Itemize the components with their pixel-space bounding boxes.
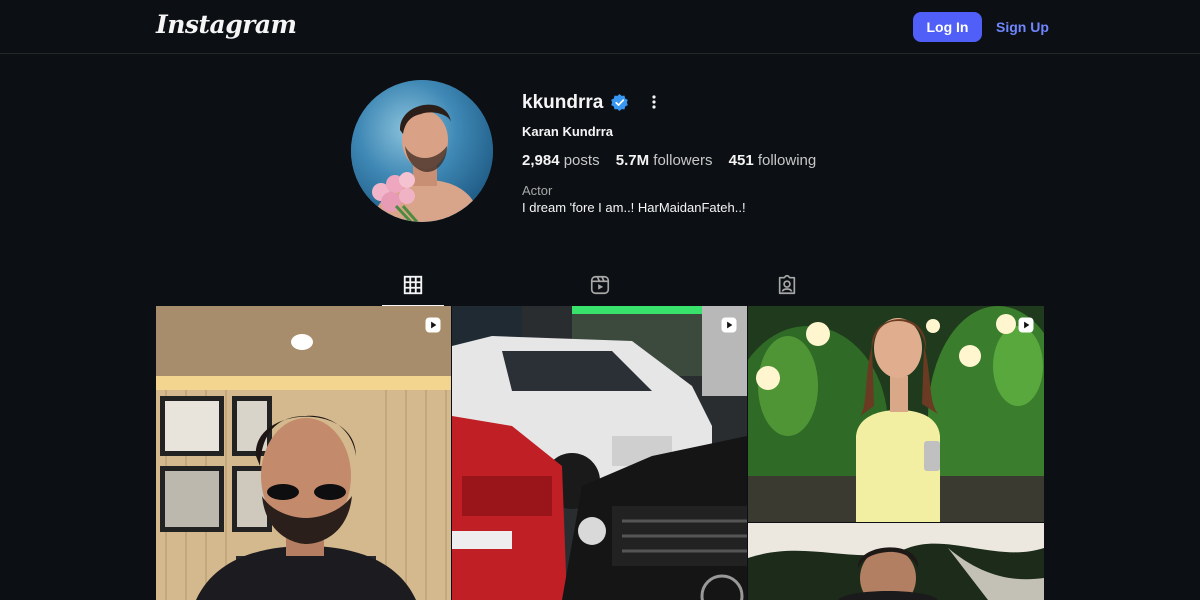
followers-count[interactable]: 5.7M followers [616, 152, 713, 169]
reels-icon [590, 275, 610, 295]
profile-avatar[interactable] [351, 80, 493, 222]
tagged-icon [778, 275, 796, 295]
profile-full-name: Karan Kundrra [522, 124, 614, 139]
post-image [748, 523, 1044, 600]
more-options-icon[interactable] [645, 93, 663, 111]
reel-icon [721, 317, 737, 333]
profile-category: Actor [522, 183, 553, 198]
profile-stats: 2,984 posts 5.7M followers 451 following [522, 152, 828, 169]
verified-badge-icon [611, 93, 628, 112]
instagram-logo[interactable]: Instagram [156, 10, 297, 39]
signup-link[interactable]: Sign Up [996, 19, 1049, 35]
following-count[interactable]: 451 following [729, 152, 817, 169]
post-tile-2[interactable] [452, 306, 747, 600]
avatar-photo [351, 80, 493, 222]
profile-bio: I dream 'fore I am..! HarMaidanFateh..! [522, 200, 746, 215]
post-image [156, 306, 451, 600]
reel-icon [1018, 317, 1034, 333]
post-tile-3[interactable] [748, 306, 1044, 522]
tab-posts[interactable] [382, 266, 444, 306]
login-button[interactable]: Log In [913, 12, 982, 42]
posts-count: 2,984 posts [522, 152, 600, 169]
tab-reels[interactable] [569, 266, 631, 306]
post-image [452, 306, 747, 600]
tab-tagged[interactable] [756, 266, 818, 306]
top-navbar: Instagram Log In Sign Up [0, 0, 1200, 54]
grid-icon [403, 275, 423, 295]
post-tile-4[interactable] [748, 523, 1044, 600]
profile-username: kkundrra [522, 92, 604, 113]
post-tile-1[interactable] [156, 306, 451, 600]
post-image [748, 306, 1044, 522]
reel-icon [425, 317, 441, 333]
